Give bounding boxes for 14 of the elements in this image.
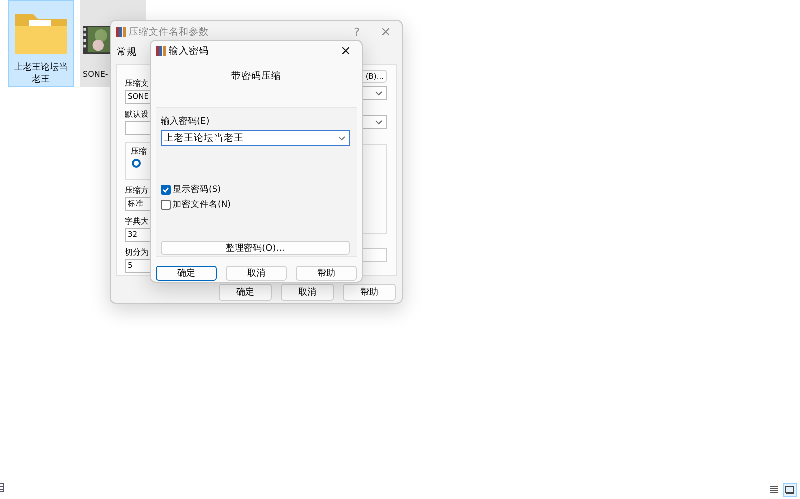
desktop-item-label: 上老王论坛当老王 (13, 62, 69, 86)
field-label: 压缩方 (125, 185, 150, 196)
checkbox-label: 加密文件名(N) (173, 199, 231, 211)
group-label: 压缩 (131, 146, 148, 157)
checkbox-label: 显示密码(S) (173, 184, 222, 196)
dialog-heading: 带密码压缩 (230, 70, 282, 83)
window-title: 输入密码 (169, 44, 209, 58)
window-title: 压缩文件名和参数 (129, 26, 209, 38)
field-label: 默认设 (125, 109, 150, 120)
field-label: 字典大 (125, 216, 150, 227)
field-label: 压缩文 (125, 78, 150, 89)
field-label: 输入密码(E) (161, 116, 211, 128)
desktop-item-label: SONE- (83, 69, 108, 81)
field-label: 切分为 (125, 247, 150, 258)
